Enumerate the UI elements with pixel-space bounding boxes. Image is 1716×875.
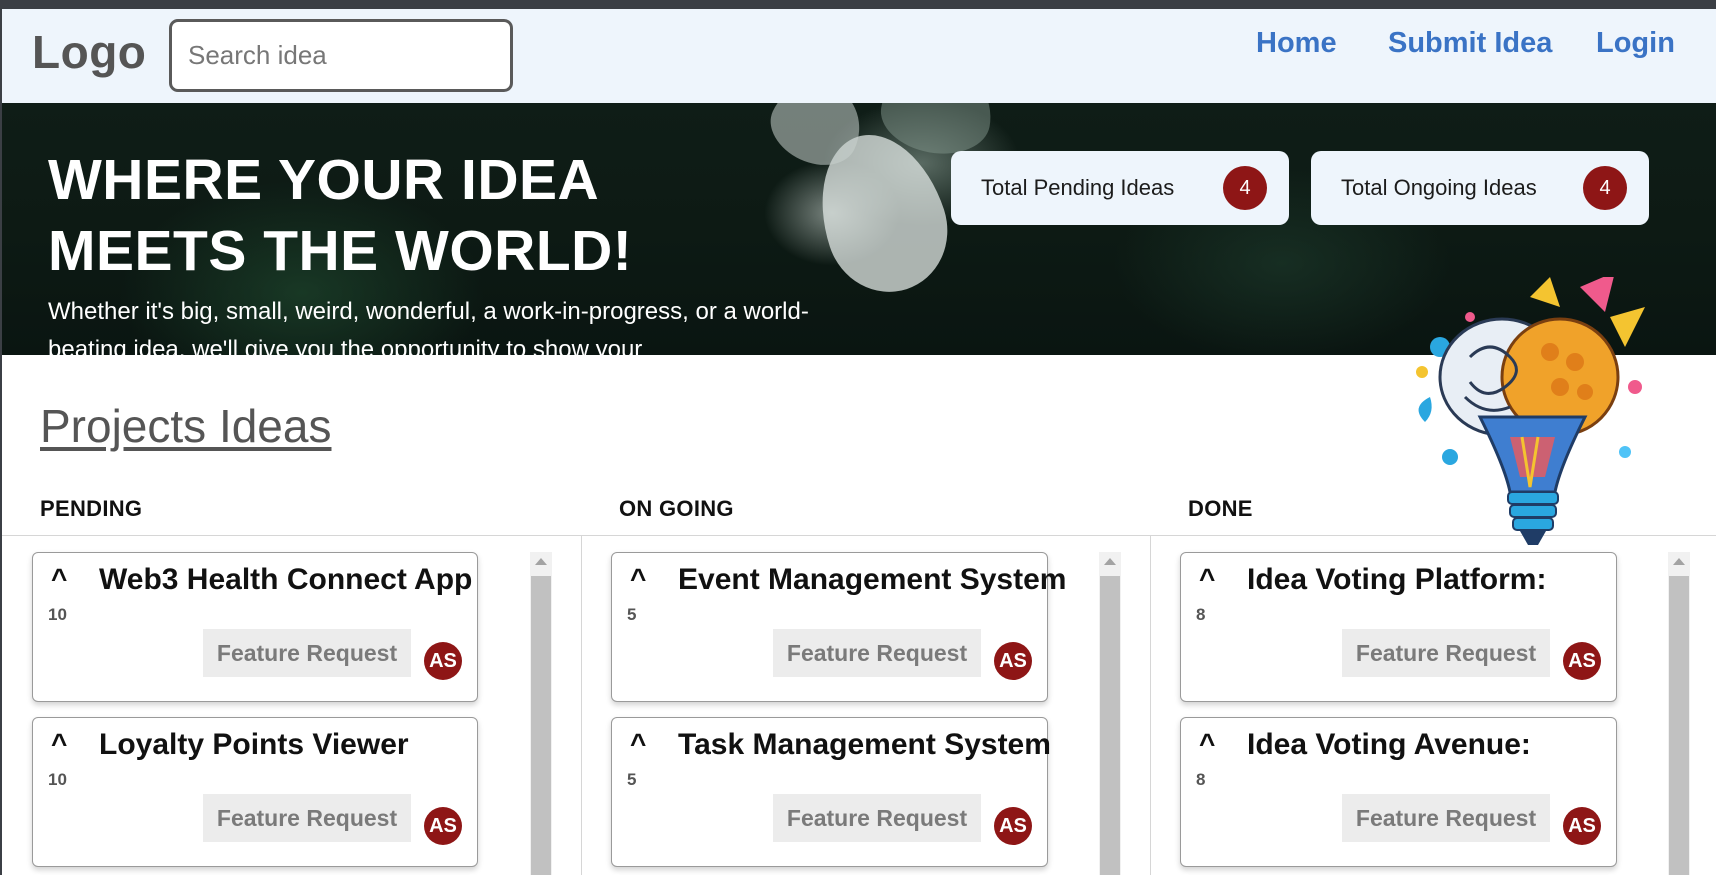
idea-card[interactable]: ^ Web3 Health Connect App 10 Feature Req…: [32, 552, 478, 702]
ongoing-column-scrollbar[interactable]: [1099, 552, 1121, 875]
nav-login-link[interactable]: Login: [1596, 27, 1675, 60]
brain-lightbulb-icon: [1416, 277, 1645, 545]
scroll-up-arrow-icon[interactable]: [1104, 558, 1116, 565]
idea-card[interactable]: ^ Task Management System 5 Feature Reque…: [611, 717, 1051, 867]
upvote-icon[interactable]: ^: [51, 563, 67, 595]
pending-ideas-stat: Total Pending Ideas 4: [951, 151, 1289, 225]
hero-subtitle: Whether it's big, small, weird, wonderfu…: [48, 298, 809, 355]
upvote-icon[interactable]: ^: [51, 728, 67, 760]
author-avatar: AS: [1563, 642, 1601, 680]
upvote-icon[interactable]: ^: [630, 563, 646, 595]
scrollbar-thumb[interactable]: [531, 576, 551, 875]
search-input[interactable]: [169, 19, 513, 92]
scrollbar-thumb[interactable]: [1100, 576, 1120, 875]
ongoing-ideas-count: 4: [1583, 166, 1627, 210]
scroll-up-arrow-icon[interactable]: [1673, 558, 1685, 565]
idea-title[interactable]: Loyalty Points Viewer: [99, 728, 409, 762]
author-avatar: AS: [1563, 807, 1601, 845]
idea-card[interactable]: ^ Event Management System 5 Feature Requ…: [611, 552, 1066, 702]
upvote-icon[interactable]: ^: [1199, 728, 1215, 760]
category-tag: Feature Request: [773, 629, 981, 677]
column-header-done: DONE: [1188, 496, 1253, 521]
vote-count: 8: [1196, 770, 1206, 789]
logo[interactable]: Logo: [32, 25, 146, 79]
upvote-icon[interactable]: ^: [1199, 563, 1215, 595]
author-avatar: AS: [994, 642, 1032, 680]
category-tag: Feature Request: [1342, 629, 1550, 677]
nav-submit-idea-link[interactable]: Submit Idea: [1388, 27, 1552, 60]
app-page: Logo Home Submit Idea Login WHERE YOUR I…: [2, 9, 1716, 875]
author-avatar: AS: [424, 642, 462, 680]
vote-count: 5: [627, 605, 637, 624]
vote-count: 10: [48, 770, 67, 789]
top-header: Logo Home Submit Idea Login: [2, 9, 1716, 103]
idea-card[interactable]: ^ Loyalty Points Viewer 10 Feature Reque…: [32, 717, 478, 867]
ongoing-ideas-stat: Total Ongoing Ideas 4: [1311, 151, 1649, 225]
column-divider: [581, 536, 582, 875]
scrollbar-thumb[interactable]: [1669, 576, 1689, 875]
column-header-ongoing: ON GOING: [619, 496, 734, 521]
idea-title[interactable]: Idea Voting Avenue:: [1247, 728, 1531, 762]
pending-ideas-label: Total Pending Ideas: [981, 175, 1175, 200]
category-tag: Feature Request: [203, 794, 411, 842]
idea-title[interactable]: Web3 Health Connect App: [99, 563, 472, 597]
idea-title[interactable]: Idea Voting Platform:: [1247, 563, 1546, 597]
column-divider: [1150, 536, 1151, 875]
pending-ideas-count: 4: [1223, 166, 1267, 210]
category-tag: Feature Request: [1342, 794, 1550, 842]
author-avatar: AS: [424, 807, 462, 845]
nav-home-link[interactable]: Home: [1256, 27, 1337, 60]
vote-count: 10: [48, 605, 67, 624]
idea-card[interactable]: ^ Idea Voting Avenue: 8 Feature Request …: [1180, 717, 1617, 867]
author-avatar: AS: [994, 807, 1032, 845]
hero-title: WHERE YOUR IDEA MEETS THE WORLD!: [48, 148, 633, 283]
scroll-up-arrow-icon[interactable]: [535, 558, 547, 565]
idea-title[interactable]: Task Management System: [678, 728, 1051, 762]
ongoing-ideas-label: Total Ongoing Ideas: [1341, 175, 1537, 200]
vote-count: 5: [627, 770, 637, 789]
idea-card[interactable]: ^ Idea Voting Platform: 8 Feature Reques…: [1180, 552, 1617, 702]
vote-count: 8: [1196, 605, 1206, 624]
column-header-pending: PENDING: [40, 496, 143, 521]
category-tag: Feature Request: [203, 629, 411, 677]
upvote-icon[interactable]: ^: [630, 728, 646, 760]
section-title: Projects Ideas: [40, 400, 332, 452]
idea-title[interactable]: Event Management System: [678, 563, 1066, 597]
category-tag: Feature Request: [773, 794, 981, 842]
done-column-scrollbar[interactable]: [1668, 552, 1690, 875]
pending-column-scrollbar[interactable]: [530, 552, 552, 875]
